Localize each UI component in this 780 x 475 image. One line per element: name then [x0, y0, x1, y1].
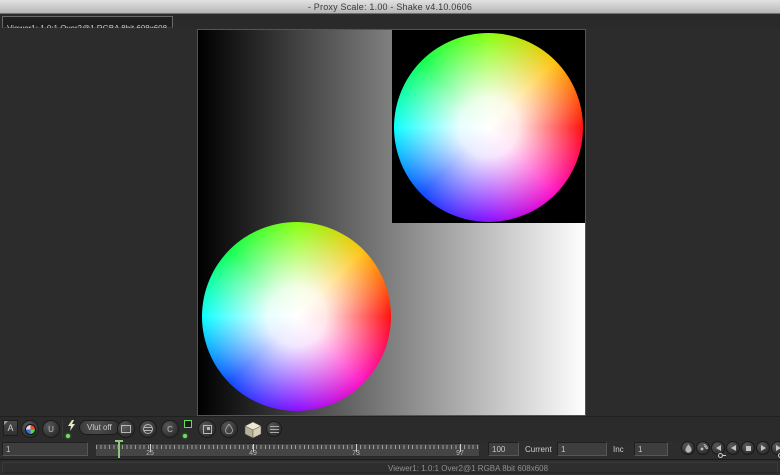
- cube-icon: [243, 420, 263, 440]
- update-button[interactable]: U: [42, 420, 60, 438]
- vlut-off-button[interactable]: Vlut off: [79, 420, 120, 435]
- play-triangle-icon: [776, 445, 780, 451]
- status-bar: Viewer1: 1.0:1 Over2@1 RGBA 8bit 608x608: [0, 459, 780, 475]
- playhead[interactable]: [118, 440, 120, 458]
- status-text: Viewer1: 1.0:1 Over2@1 RGBA 8bit 608x608: [388, 464, 548, 473]
- range-end-field[interactable]: [488, 442, 519, 456]
- tick-label: 25: [146, 450, 154, 457]
- window-titlebar[interactable]: - Proxy Scale: 1.00 - Shake v4.10.0606: [0, 0, 780, 14]
- viewer-list-button[interactable]: [266, 421, 282, 437]
- preview-toggle[interactable]: [183, 420, 195, 438]
- timeline-ruler[interactable]: 25 49 73 97: [96, 443, 479, 457]
- sound-icon: [699, 444, 708, 453]
- key-icon: [718, 453, 726, 457]
- viewer-tabstrip: Viewer1: 1.0:1 Over2@1 RGBA 8bit 608x608: [0, 15, 780, 28]
- rgb-wheel-icon: [25, 424, 36, 435]
- flame-icon: [685, 444, 692, 453]
- range-start-field[interactable]: [2, 442, 88, 456]
- roi-button[interactable]: [198, 420, 216, 438]
- compare-split-button[interactable]: [139, 420, 157, 438]
- channel-display-button[interactable]: [21, 420, 39, 438]
- color-wheel-bottom-left: [202, 222, 391, 411]
- stacked-lines-icon: [270, 426, 279, 433]
- prev-keyframe-button[interactable]: [711, 441, 725, 455]
- flipbook-play-button[interactable]: [681, 441, 695, 455]
- sound-button[interactable]: [696, 441, 710, 455]
- viewer-canvas[interactable]: [0, 28, 780, 416]
- compare-buffer-button[interactable]: C: [161, 420, 179, 438]
- play-triangle-icon: [761, 445, 766, 451]
- flame-icon: [225, 424, 233, 434]
- current-label: Current: [525, 445, 552, 454]
- window-title: - Proxy Scale: 1.00 - Shake v4.10.0606: [308, 2, 472, 12]
- green-checkbox-icon: [184, 420, 192, 428]
- viewer-toolbar: A U Vlut off C: [0, 416, 780, 441]
- back-triangle-icon: [731, 445, 736, 451]
- split-compare-icon: [143, 424, 153, 434]
- inc-label: Inc: [613, 445, 624, 454]
- expand-box-icon: [203, 425, 212, 434]
- vlut-update-toggle[interactable]: [66, 420, 78, 438]
- preview-led: [183, 434, 187, 438]
- tick-label: 97: [456, 450, 464, 457]
- next-keyframe-button[interactable]: [771, 441, 780, 455]
- tick-label: 73: [352, 450, 360, 457]
- timeline-ticks: [96, 445, 479, 449]
- timebar: 25 49 73 97 Current Inc: [0, 441, 780, 459]
- toolbar-divider: [62, 420, 63, 438]
- flipbook-button[interactable]: [220, 420, 238, 438]
- step-back-button[interactable]: [726, 441, 740, 455]
- render-cube-button[interactable]: [243, 420, 263, 440]
- transport-controls: [681, 441, 780, 455]
- stop-button[interactable]: [741, 441, 755, 455]
- back-triangle-icon: [716, 445, 721, 451]
- vlut-led: [66, 434, 70, 438]
- frame-button[interactable]: [117, 420, 135, 438]
- tick-label: 49: [249, 450, 257, 457]
- color-wheel-top-right: [394, 33, 583, 222]
- current-frame-field[interactable]: [557, 442, 607, 456]
- viewer-tab[interactable]: Viewer1: 1.0:1 Over2@1 RGBA 8bit 608x608: [2, 16, 173, 28]
- update-mode-button[interactable]: A: [3, 420, 18, 436]
- play-button[interactable]: [756, 441, 770, 455]
- stop-icon: [746, 446, 751, 451]
- composite-image[interactable]: [197, 29, 586, 416]
- frame-icon: [121, 425, 131, 433]
- lightning-icon: [67, 420, 76, 431]
- inc-field[interactable]: [634, 442, 668, 456]
